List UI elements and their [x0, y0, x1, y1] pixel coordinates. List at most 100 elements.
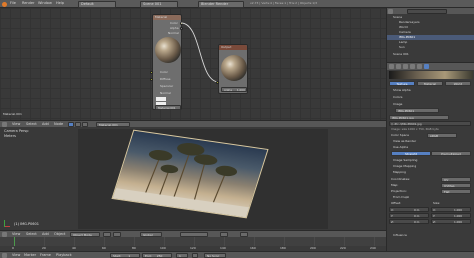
properties-editor[interactable]: Texture Material World Show Alpha Colors…: [386, 62, 474, 251]
size-x-value: 1.000: [454, 207, 463, 212]
prop-icon-render[interactable]: [389, 64, 394, 69]
outliner-search[interactable]: [407, 8, 447, 14]
panel-image[interactable]: Image: [393, 102, 402, 107]
render-engine-select[interactable]: Blender Render: [198, 1, 244, 8]
tl-menu-marker[interactable]: Marker: [24, 253, 36, 258]
panel-influence[interactable]: Influence: [393, 233, 407, 238]
node1-in-color: Color: [160, 70, 168, 74]
view-as-render-checkbox[interactable]: View as Render: [393, 139, 416, 144]
tl-menu-view[interactable]: View: [12, 253, 20, 258]
coordinates-select[interactable]: UV: [441, 177, 471, 182]
play-button[interactable]: [192, 253, 198, 258]
size-y-value: 1.000: [454, 213, 463, 218]
prop-icon-texture[interactable]: [424, 64, 429, 69]
vp-menu-object[interactable]: Object: [54, 232, 65, 237]
scene-select[interactable]: Scene 001: [140, 1, 178, 8]
viewport-units: Meters: [4, 134, 16, 138]
panel-colors[interactable]: Colors: [393, 95, 402, 100]
node-material-field[interactable]: Material.001: [155, 105, 181, 110]
projection-select[interactable]: Flat: [441, 189, 471, 194]
outliner-item-sun[interactable]: Sun: [399, 45, 405, 50]
outliner-header: [387, 8, 474, 14]
end-value: 250: [156, 254, 163, 258]
size-z-field[interactable]: Z: 1.000: [431, 219, 471, 224]
start-frame-field[interactable]: Start: 1: [110, 253, 140, 258]
show-alpha-label[interactable]: Show Alpha: [393, 88, 411, 93]
alpha-premultiplied-button[interactable]: Premultiplied: [431, 151, 471, 156]
menu-help[interactable]: Help: [56, 1, 64, 6]
vp-menu-view[interactable]: View: [12, 232, 20, 237]
outliner[interactable]: Scene RenderLayers World Camera IMG.P060…: [386, 8, 474, 62]
node-menu-select[interactable]: Select: [26, 122, 37, 127]
tl-menu-playback[interactable]: Playback: [56, 253, 72, 258]
output-alpha-field[interactable]: Alpha 1.000: [221, 87, 247, 92]
alpha-value: 1.000: [236, 88, 245, 92]
node-menu-view[interactable]: View: [12, 122, 20, 127]
node2-title: Output: [221, 45, 232, 49]
tab-material[interactable]: Material: [417, 81, 443, 86]
sync-select[interactable]: No Sync: [204, 253, 226, 258]
timeline[interactable]: 0 20 40 60 80 100 120 140 160 180 200 22…: [0, 237, 386, 251]
outliner-item-scene001[interactable]: Scene 001: [393, 52, 409, 57]
offset-x-label: X:: [391, 207, 394, 212]
node-menu-node[interactable]: Node: [54, 122, 63, 127]
node1-in-diffuse: Diffuse: [160, 77, 171, 81]
texture-slot-field[interactable]: IMG.P0601: [395, 108, 439, 113]
panel-mapping[interactable]: Mapping: [393, 170, 406, 175]
socket-in-color[interactable]: [150, 71, 153, 74]
image-path-field[interactable]: //..Pic..\IMG.P0601.jpg: [389, 121, 471, 126]
end-frame-field[interactable]: End: 250: [142, 253, 172, 258]
from-dupli-checkbox[interactable]: From Dupli: [393, 195, 409, 200]
color-swatch-1[interactable]: [156, 97, 166, 101]
vp-menu-add[interactable]: Add: [42, 232, 49, 237]
use-alpha-checkbox[interactable]: Use Alpha: [393, 145, 408, 150]
tab-texture[interactable]: Texture: [389, 81, 415, 86]
prop-icon-material[interactable]: [417, 64, 422, 69]
output-node[interactable]: Output Alpha 1.000: [218, 44, 248, 94]
3d-viewport[interactable]: Camera Persp Meters (1) IMG.P0601: [0, 127, 386, 230]
size-x-field[interactable]: X: 1.000: [431, 207, 471, 212]
end-label: End:: [145, 254, 152, 258]
menu-file[interactable]: File: [10, 1, 16, 6]
alpha-label: Alpha: [224, 88, 232, 92]
color-space-select[interactable]: sRGB: [427, 133, 457, 138]
panel-image-sampling[interactable]: Image Sampling: [393, 158, 417, 163]
size-z-label: Z:: [433, 219, 436, 224]
offset-y-label: Y:: [391, 213, 394, 218]
node-editor[interactable]: Material Color Alpha Normal Color Diffus…: [0, 8, 386, 120]
node1-in-specular: Specular: [160, 84, 174, 88]
blender-logo-icon[interactable]: [2, 1, 7, 7]
size-y-field[interactable]: Y: 1.000: [431, 213, 471, 218]
size-y-label: Y:: [433, 213, 436, 218]
offset-label: Offset:: [391, 201, 402, 205]
socket-out-color-in[interactable]: [216, 81, 219, 84]
offset-x-field[interactable]: X: 0 m: [389, 207, 429, 212]
panel-image-mapping[interactable]: Image Mapping: [393, 164, 416, 169]
timeline-header: View Marker Frame Playback Start: 1 End:…: [0, 251, 474, 258]
offset-y-field[interactable]: Y: 0 m: [389, 213, 429, 218]
timeline-editor-type-icon[interactable]: [2, 253, 7, 258]
tab-world[interactable]: World: [445, 81, 471, 86]
prop-icon-scene[interactable]: [396, 64, 401, 69]
material-node[interactable]: Material Color Alpha Normal Color Diffus…: [152, 14, 182, 110]
outliner-type-icon[interactable]: [388, 8, 393, 14]
node-menu-add[interactable]: Add: [42, 122, 49, 127]
node1-in-normal: Normal: [160, 91, 171, 95]
size-label: Size:: [433, 201, 441, 205]
image-name-field[interactable]: IMG.P0601.jpg: [389, 115, 449, 120]
vp-menu-select[interactable]: Select: [26, 232, 37, 237]
tl-menu-frame[interactable]: Frame: [40, 253, 51, 258]
size-z-value: 1.000: [454, 219, 463, 224]
alpha-straight-button[interactable]: Straight: [391, 151, 431, 156]
prop-icon-object[interactable]: [410, 64, 415, 69]
offset-z-field[interactable]: Z: 0 m: [389, 219, 429, 224]
screen-layout-select[interactable]: Default: [78, 1, 116, 8]
offset-z-value: 0 m: [414, 219, 420, 224]
map-select[interactable]: UVMap: [441, 183, 471, 188]
current-frame-field[interactable]: 1: [176, 253, 188, 258]
prop-icon-world[interactable]: [403, 64, 408, 69]
menu-window[interactable]: Window: [38, 1, 52, 6]
socket-in-diffuse[interactable]: [150, 78, 153, 81]
color-space-label: Color Space: [391, 133, 409, 137]
menu-render[interactable]: Render: [22, 1, 34, 6]
